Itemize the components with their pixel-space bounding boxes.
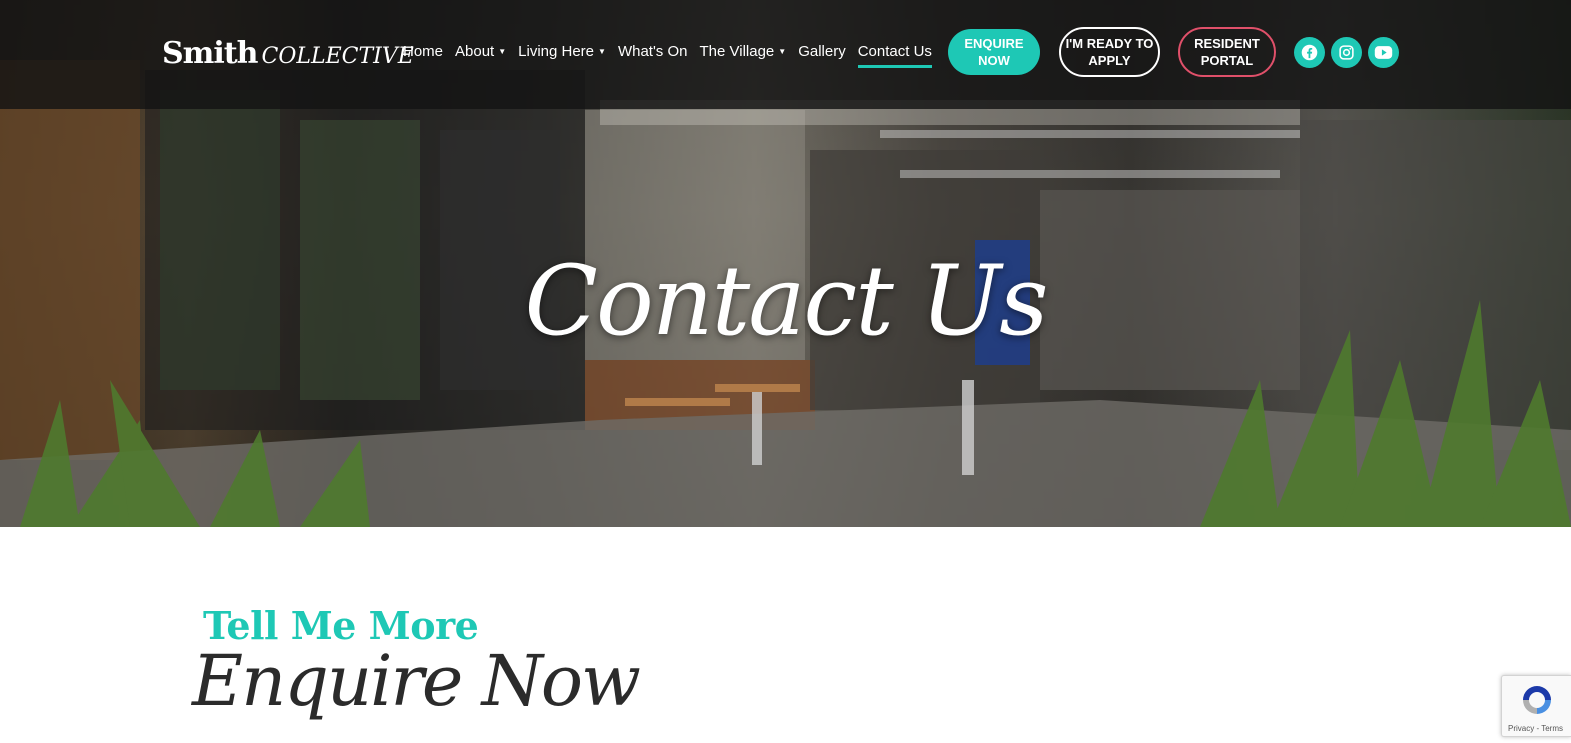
- caret-down-icon: ▼: [598, 47, 606, 56]
- facebook-icon[interactable]: [1294, 37, 1325, 68]
- nav-item-label: Contact Us: [857, 43, 932, 60]
- ready-to-apply-button[interactable]: I'M READY TO APPLY: [1059, 27, 1160, 77]
- enquire-now-button[interactable]: ENQUIRE NOW: [948, 29, 1040, 75]
- nav-item-about[interactable]: About ▼: [455, 43, 506, 64]
- site-logo[interactable]: Smith COLLECTIVE: [162, 36, 414, 71]
- logo-main-text: Smith: [162, 36, 258, 71]
- nav-item-label: Gallery: [798, 43, 846, 60]
- caret-down-icon: ▼: [778, 47, 787, 56]
- recaptcha-icon: [1523, 686, 1551, 714]
- instagram-icon[interactable]: [1331, 37, 1362, 68]
- recaptcha-privacy-link[interactable]: Privacy: [1508, 724, 1534, 733]
- nav-item-whats-on[interactable]: What's On: [618, 43, 688, 64]
- section-heading: Enquire Now: [192, 640, 641, 722]
- recaptcha-links: Privacy - Terms: [1508, 724, 1563, 733]
- hero-title: Contact Us: [524, 245, 1049, 357]
- nav-item-label: Home: [403, 43, 444, 60]
- nav-item-label: What's On: [617, 43, 688, 60]
- recaptcha-terms-link[interactable]: Terms: [1541, 724, 1563, 733]
- top-navigation: Smith COLLECTIVE Home About ▼ Living Her…: [0, 0, 1571, 109]
- resident-portal-button[interactable]: RESIDENT PORTAL: [1178, 27, 1276, 77]
- main-menu: Home About ▼ Living Here ▼ What's On The…: [403, 43, 944, 68]
- caret-down-icon: ▼: [498, 47, 507, 56]
- nav-item-label: The Village: [699, 43, 775, 60]
- recaptcha-badge[interactable]: Privacy - Terms: [1501, 675, 1571, 737]
- nav-item-gallery[interactable]: Gallery: [798, 43, 846, 64]
- youtube-icon[interactable]: [1368, 37, 1399, 68]
- logo-sub-text: COLLECTIVE: [261, 44, 414, 69]
- nav-item-label: Living Here: [518, 43, 595, 60]
- nav-item-contact-us[interactable]: Contact Us: [857, 43, 933, 68]
- nav-item-home[interactable]: Home: [403, 43, 443, 64]
- nav-item-living-here[interactable]: Living Here ▼: [518, 43, 606, 64]
- nav-item-the-village[interactable]: The Village ▼: [700, 43, 787, 64]
- nav-item-label: About: [455, 43, 495, 60]
